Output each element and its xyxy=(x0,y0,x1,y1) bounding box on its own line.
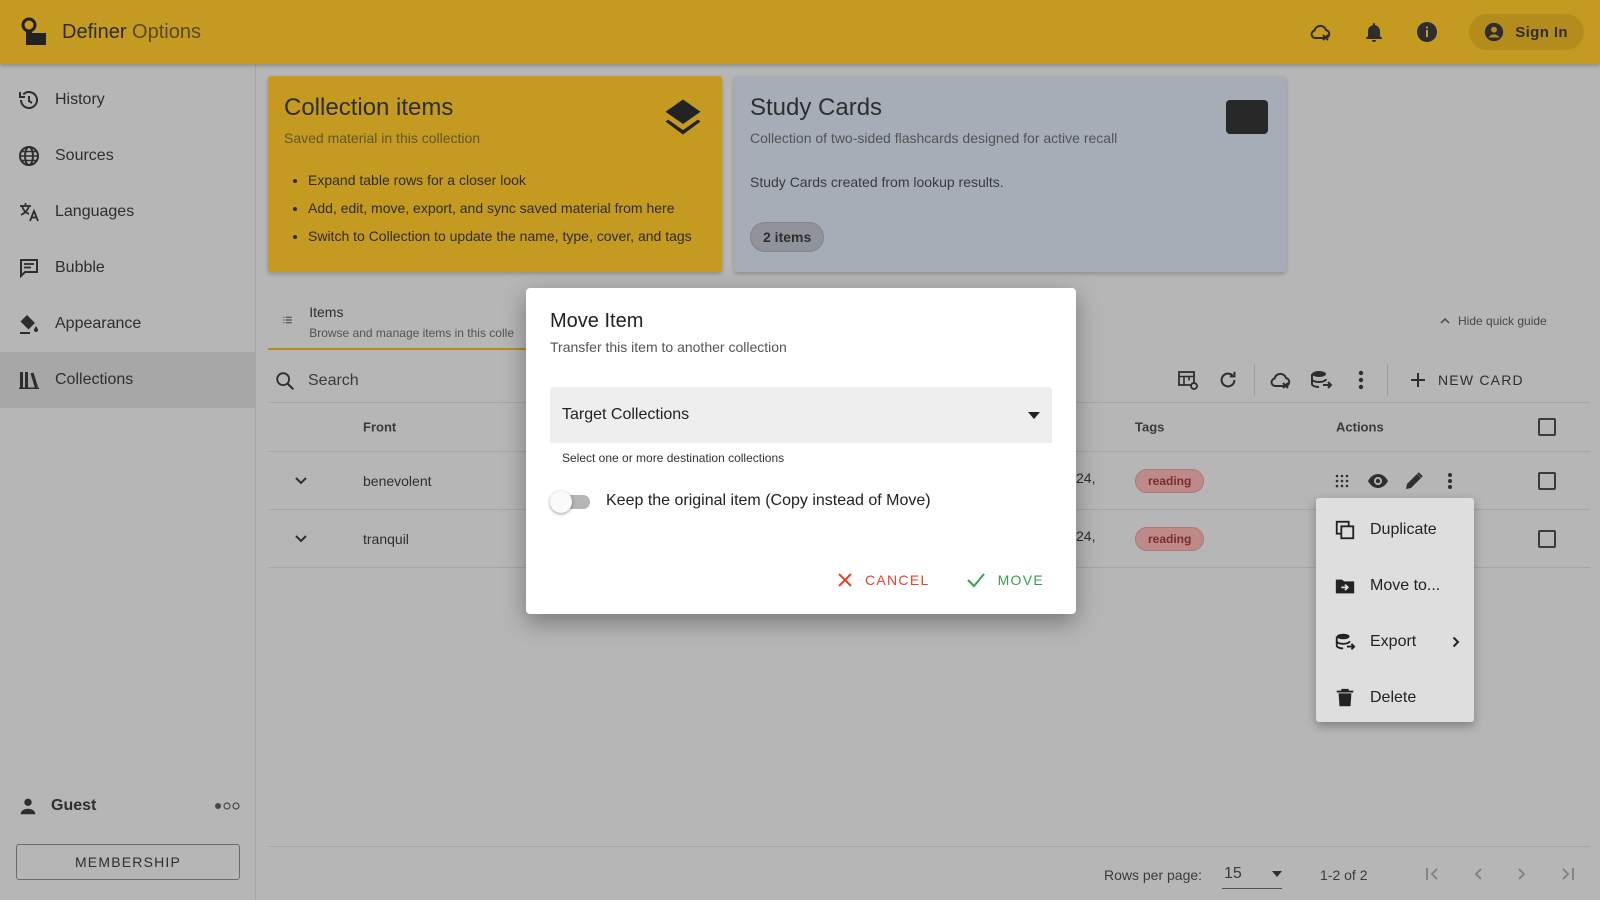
database-export-icon xyxy=(1335,633,1356,650)
menu-item-label: Move to... xyxy=(1370,577,1441,594)
select-helper-text: Select one or more destination collectio… xyxy=(562,451,785,465)
menu-item-label: Duplicate xyxy=(1370,521,1437,538)
dialog-actions: CANCEL MOVE xyxy=(829,564,1052,596)
cancel-button[interactable]: CANCEL xyxy=(829,564,938,596)
toggle-thumb xyxy=(550,491,572,513)
dialog-title: Move Item xyxy=(550,310,644,332)
move-item-dialog: Move Item Transfer this item to another … xyxy=(526,288,1076,614)
duplicate-icon xyxy=(1335,520,1355,540)
trash-icon xyxy=(1336,688,1354,707)
menu-item-label: Export xyxy=(1370,633,1417,650)
move-label: MOVE xyxy=(997,572,1044,588)
check-icon xyxy=(966,573,985,588)
move-button[interactable]: MOVE xyxy=(958,564,1052,596)
menu-item-move-to[interactable]: Move to... xyxy=(1316,558,1474,614)
keep-original-toggle[interactable] xyxy=(550,491,590,513)
menu-item-label: Delete xyxy=(1370,689,1417,706)
keep-original-row: Keep the original item (Copy instead of … xyxy=(550,491,1052,513)
target-collections-select[interactable]: Target Collections xyxy=(550,387,1052,443)
folder-move-icon xyxy=(1335,579,1355,594)
close-icon xyxy=(838,573,852,587)
caret-down-icon xyxy=(1028,411,1040,419)
cancel-label: CANCEL xyxy=(864,572,930,588)
chevron-right-icon xyxy=(1452,636,1460,648)
menu-item-delete[interactable]: Delete xyxy=(1316,670,1474,726)
dialog-subtitle: Transfer this item to another collection xyxy=(550,339,787,355)
row-context-menu: Duplicate Move to... Export Delete xyxy=(1316,498,1474,722)
menu-item-duplicate[interactable]: Duplicate xyxy=(1316,502,1474,558)
toggle-label: Keep the original item (Copy instead of … xyxy=(606,492,931,509)
menu-item-export[interactable]: Export xyxy=(1316,614,1474,670)
select-label: Target Collections xyxy=(562,406,690,423)
